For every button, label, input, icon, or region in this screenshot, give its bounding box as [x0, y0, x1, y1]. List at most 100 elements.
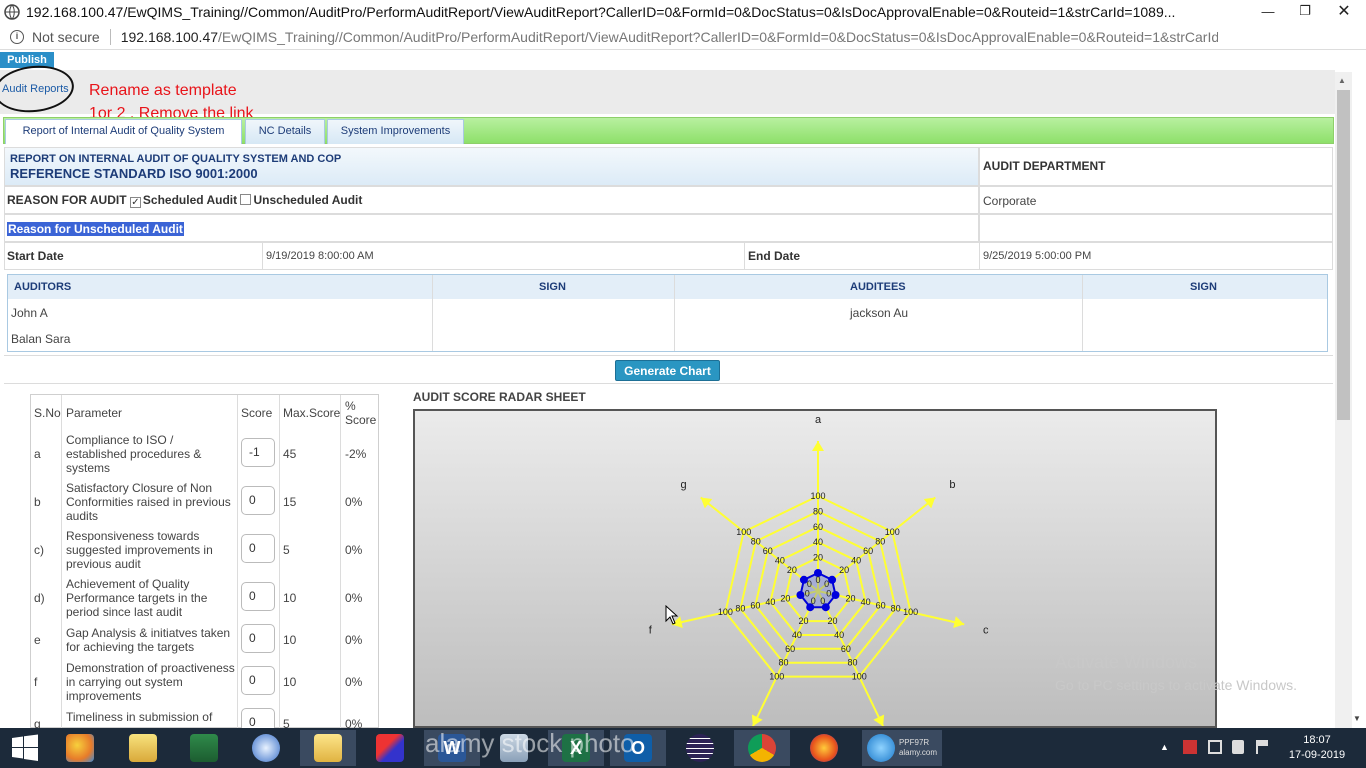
- report-title: REPORT ON INTERNAL AUDIT OF QUALITY SYST…: [10, 153, 342, 165]
- radar-tick-label: 40: [851, 556, 861, 566]
- scroll-up-icon[interactable]: ▲: [1338, 76, 1346, 85]
- minimize-icon[interactable]: —: [1250, 0, 1286, 22]
- row-parameter: Gap Analysis & initiatves taken for achi…: [66, 626, 231, 654]
- score-input[interactable]: -1: [241, 438, 275, 467]
- radar-tick-label: 100: [885, 527, 900, 537]
- eclipse-icon[interactable]: [672, 730, 728, 766]
- volume-icon[interactable]: [1232, 740, 1244, 754]
- radar-tick-label: 100: [810, 491, 825, 501]
- audit-department-value: Corporate: [983, 194, 1037, 208]
- tray-chevron-icon[interactable]: ▲: [1160, 742, 1169, 752]
- divider: [432, 275, 433, 351]
- chrome-icon[interactable]: [734, 730, 790, 766]
- radar-value-label: 0: [811, 596, 816, 606]
- close-icon[interactable]: ✕: [1326, 0, 1362, 22]
- radar-tick-label: 80: [875, 536, 885, 546]
- divider: [744, 242, 745, 270]
- activate-windows-text: Go to PC settings to activate Windows.: [1055, 677, 1297, 693]
- file-explorer-icon[interactable]: [115, 730, 171, 766]
- scheduled-checkbox[interactable]: ✓: [129, 197, 141, 208]
- not-secure-label[interactable]: Not secure: [32, 29, 100, 45]
- radar-axis-label: g: [680, 479, 686, 491]
- reason-unscheduled-label: Reason for Unscheduled Audit: [7, 222, 184, 236]
- score-input[interactable]: 0: [241, 582, 275, 611]
- compass-icon[interactable]: [238, 730, 294, 766]
- folder-icon[interactable]: [300, 730, 356, 766]
- scheduled-label: Scheduled Audit: [142, 193, 238, 207]
- radar-tick-label: 20: [846, 593, 856, 603]
- radar-tick-label: 60: [876, 600, 886, 610]
- internet-explorer-icon[interactable]: PPF97R alamy.com: [862, 730, 942, 766]
- action-center-icon[interactable]: [1256, 740, 1268, 754]
- unscheduled-checkbox[interactable]: [240, 194, 252, 205]
- radar-tick-label: 40: [765, 597, 775, 607]
- tab-report-internal-audit[interactable]: Report of Internal Audit of Quality Syst…: [5, 119, 242, 144]
- divider: [340, 395, 341, 728]
- audit-department-label: AUDIT DEPARTMENT: [983, 159, 1106, 173]
- radar-tick-label: 100: [852, 672, 867, 682]
- radar-tick-label: 60: [841, 644, 851, 654]
- row-parameter: Timeliness in submission of: [66, 710, 213, 724]
- radar-tick-label: 20: [799, 616, 809, 626]
- taskbar-clock[interactable]: 18:07 17-09-2019: [1282, 733, 1352, 763]
- url-path[interactable]: /EwQIMS_Training//Common/AuditPro/Perfor…: [218, 29, 1218, 45]
- radar-tick-label: 20: [813, 553, 823, 563]
- start-date-value: 9/19/2019 8:00:00 AM: [266, 250, 374, 262]
- auditee-name: jackson Au: [850, 306, 909, 320]
- radar-tick-label: 40: [834, 630, 844, 640]
- info-icon[interactable]: i: [10, 30, 24, 44]
- radar-tick-label: 80: [735, 604, 745, 614]
- radar-tick-label: 60: [863, 546, 873, 556]
- row-max-score: 45: [283, 447, 297, 461]
- score-input[interactable]: 0: [241, 534, 275, 563]
- address-bar[interactable]: i Not secure 192.168.100.47 /EwQIMS_Trai…: [0, 25, 1366, 50]
- firefox-icon[interactable]: [796, 730, 852, 766]
- divider: [674, 275, 675, 351]
- divider: [279, 395, 280, 728]
- row-pct-score: -2%: [345, 447, 367, 461]
- auditors-header: AUDITORS: [14, 281, 72, 293]
- annotation-text-1: Rename as template: [89, 82, 237, 99]
- window-title: 192.168.100.47/EwQIMS_Training//Common/A…: [26, 4, 1176, 20]
- paint-icon[interactable]: [52, 730, 108, 766]
- app-icon[interactable]: [362, 730, 418, 766]
- radar-tick-label: 60: [785, 644, 795, 654]
- ie-window-sublabel: alamy.com: [898, 748, 938, 757]
- tab-system-improvements[interactable]: System Improvements: [327, 119, 464, 144]
- row-sno: f: [34, 675, 38, 689]
- divider: [237, 395, 238, 728]
- row-pct-score: 0%: [345, 495, 363, 509]
- auditees-header: AUDITEES: [850, 281, 906, 293]
- radar-value-label: 0: [826, 588, 831, 598]
- row-sno: b: [34, 495, 41, 509]
- unscheduled-label: Unscheduled Audit: [253, 193, 363, 207]
- sign-header-2: SIGN: [1190, 281, 1217, 293]
- ie-window-label: PPF97R: [898, 738, 930, 747]
- radar-axis-arrow-icon: [812, 441, 824, 451]
- network-icon[interactable]: [1208, 740, 1222, 754]
- scrollbar-thumb[interactable]: [1337, 90, 1350, 420]
- page-favicon-icon: [4, 4, 20, 20]
- project-icon[interactable]: [176, 730, 232, 766]
- radar-tick-label: 80: [778, 658, 788, 668]
- windows-start-icon[interactable]: [11, 734, 39, 762]
- radar-tick-label: 20: [787, 565, 797, 575]
- tab-nc-details[interactable]: NC Details: [245, 119, 325, 144]
- radar-data-point: [796, 591, 805, 600]
- url-host[interactable]: 192.168.100.47: [121, 29, 218, 45]
- restore-icon[interactable]: ❐: [1287, 0, 1323, 22]
- score-input[interactable]: 0: [241, 666, 275, 695]
- radar-tick-label: 100: [903, 607, 918, 617]
- score-input[interactable]: 0: [241, 624, 275, 653]
- generate-chart-button[interactable]: Generate Chart: [615, 360, 720, 381]
- row-parameter: Demonstration of proactiveness in carryi…: [66, 661, 235, 703]
- score-input[interactable]: 0: [241, 486, 275, 515]
- clock-time: 18:07: [1303, 734, 1331, 746]
- tray-app-icon[interactable]: [1183, 740, 1197, 754]
- radar-tick-label: 20: [839, 565, 849, 575]
- scroll-down-icon[interactable]: ▼: [1353, 714, 1361, 723]
- reason-label: REASON FOR AUDIT: [7, 193, 127, 207]
- divider: [262, 242, 263, 270]
- sno-header: S.No: [34, 406, 61, 420]
- sign-header-1: SIGN: [539, 281, 566, 293]
